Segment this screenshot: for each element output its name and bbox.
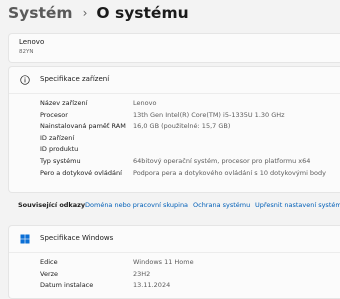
related-links-bar: Související odkazy Doména nebo pracovní … — [8, 196, 340, 216]
spec-value: Lenovo — [133, 99, 157, 107]
device-specifications-section: Specifikace zařízení Název zařízení Leno… — [8, 66, 340, 193]
spec-value: 16,0 GB (použitelné: 15,7 GB) — [133, 122, 231, 131]
spec-value: 64bitový operační systém, procesor pro p… — [133, 156, 311, 165]
device-specifications-header[interactable]: Specifikace zařízení — [9, 67, 340, 93]
spec-value: 13th Gen Intel(R) Core(TM) i5-1335U 1.30… — [133, 110, 285, 119]
spec-label: Edice — [40, 258, 58, 266]
spec-label: Název zařízení — [40, 99, 88, 107]
windows-specifications-title: Specifikace Windows — [40, 234, 114, 242]
breadcrumb-system[interactable]: Systém — [8, 4, 73, 22]
advanced-system-settings-link[interactable]: Upřesnit nastavení systému — [255, 201, 340, 209]
breadcrumb-chevron-icon: › — [82, 6, 88, 20]
spec-value: 23H2 — [133, 269, 151, 278]
section-divider — [9, 252, 340, 253]
windows-specifications-header[interactable]: Specifikace Windows — [9, 226, 340, 252]
spec-row-version: Verze 23H2 — [9, 269, 340, 281]
domain-workgroup-link[interactable]: Doména nebo pracovní skupina — [85, 201, 188, 209]
spec-label: ID produktu — [40, 145, 79, 154]
windows-logo-icon — [20, 234, 30, 244]
spec-row-processor: Procesor 13th Gen Intel(R) Core(TM) i5-1… — [9, 110, 340, 122]
windows-specifications-section: Specifikace Windows Edice Windows 11 Hom… — [8, 225, 340, 299]
spec-label: Verze — [40, 269, 59, 278]
spec-label: Pero a dotykové ovládání — [40, 168, 122, 177]
device-specifications-title: Specifikace zařízení — [40, 75, 110, 83]
spec-label: Nainstalovaná paměť RAM — [40, 122, 126, 131]
device-name-card[interactable]: Lenovo 82YN — [8, 33, 340, 63]
windows-spec-list: Edice Windows 11 Home Verze 23H2 Datum i… — [9, 257, 340, 292]
info-icon — [20, 75, 30, 85]
spec-row-edition: Edice Windows 11 Home — [9, 257, 340, 269]
spec-label: ID zařízení — [40, 133, 75, 142]
device-model-id: 82YN — [19, 49, 34, 55]
spec-value: 13.11.2024 — [133, 281, 171, 290]
spec-row-ram: Nainstalovaná paměť RAM 16,0 GB (použite… — [9, 121, 340, 133]
spec-row-pen-touch: Pero a dotykové ovládání Podpora pera a … — [9, 168, 340, 180]
section-divider — [9, 93, 340, 94]
breadcrumb: Systém › O systému — [8, 0, 338, 26]
related-links-label: Související odkazy — [18, 201, 86, 209]
spec-value: Podpora pera a dotykového ovládání s 10 … — [133, 168, 327, 177]
spec-label: Datum instalace — [40, 281, 94, 290]
spec-label: Procesor — [40, 110, 68, 119]
spec-label: Typ systému — [40, 156, 81, 165]
spec-value: Windows 11 Home — [133, 258, 194, 266]
spec-row-device-name: Název zařízení Lenovo — [9, 98, 340, 110]
spec-row-system-type: Typ systému 64bitový operační systém, pr… — [9, 156, 340, 168]
device-spec-list: Název zařízení Lenovo Procesor 13th Gen … — [9, 98, 340, 179]
spec-row-device-id: ID zařízení — [9, 133, 340, 145]
spec-row-product-id: ID produktu — [9, 144, 340, 156]
system-protection-link[interactable]: Ochrana systému — [193, 201, 250, 209]
spec-row-install-date: Datum instalace 13.11.2024 — [9, 280, 340, 292]
page-title: O systému — [96, 4, 189, 22]
device-name: Lenovo — [19, 38, 45, 46]
